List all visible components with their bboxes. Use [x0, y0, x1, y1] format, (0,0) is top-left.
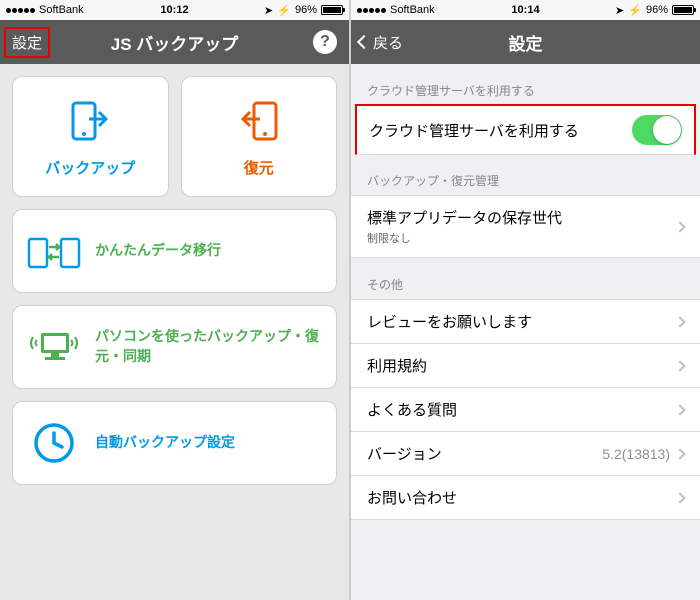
version-label: バージョン [367, 443, 442, 464]
cloud-toggle[interactable] [632, 115, 682, 145]
settings-content: クラウド管理サーバを利用する クラウド管理サーバを利用する バックアップ・復元管… [351, 64, 700, 520]
pc-backup-card[interactable]: パソコンを使ったバックアップ・復元・同期 [12, 305, 337, 389]
location-icon: ➤ [264, 4, 273, 17]
chevron-right-icon [674, 360, 685, 371]
battery-icon [321, 5, 343, 15]
screen-home: SoftBank 10:12 ➤ ⚡ 96% 設定 JS バックアップ ? バッ… [0, 0, 349, 600]
section-backup-header: バックアップ・復元管理 [351, 154, 700, 195]
chevron-right-icon [674, 404, 685, 415]
carrier-label: SoftBank [39, 4, 84, 16]
backup-icon [63, 95, 117, 149]
chevron-left-icon [357, 35, 371, 49]
home-content: バックアップ 復元 かんたんデータ移行 パソコンを使ったバックアップ・復元・同期 [0, 64, 349, 600]
restore-label: 復元 [244, 157, 274, 178]
terms-row[interactable]: 利用規約 [351, 343, 700, 387]
generations-sub: 制限なし [367, 230, 562, 246]
cloud-server-row[interactable]: クラウド管理サーバを利用する [355, 104, 696, 155]
backup-label: バックアップ [45, 157, 135, 178]
chevron-right-icon [674, 221, 685, 232]
settings-button[interactable]: 設定 [4, 27, 50, 58]
chevron-right-icon [674, 448, 685, 459]
faq-label: よくある質問 [367, 399, 457, 420]
battery-percent: 96% [646, 4, 668, 16]
migrate-icon [27, 224, 81, 278]
faq-row[interactable]: よくある質問 [351, 387, 700, 431]
nav-bar: 設定 JS バックアップ ? [0, 20, 349, 64]
contact-row[interactable]: お問い合わせ [351, 475, 700, 520]
back-button[interactable]: 戻る [359, 32, 403, 53]
signal-icon [6, 8, 35, 13]
carrier-label: SoftBank [390, 4, 435, 16]
back-label: 戻る [373, 32, 403, 53]
chevron-right-icon [674, 492, 685, 503]
restore-card[interactable]: 復元 [181, 76, 338, 197]
terms-label: 利用規約 [367, 355, 427, 376]
settings-title: 設定 [509, 30, 543, 55]
status-bar: SoftBank 10:12 ➤ ⚡ 96% [0, 0, 349, 20]
bluetooth-icon: ⚡ [628, 4, 642, 17]
section-other-header: その他 [351, 258, 700, 299]
settings-button-label: 設定 [12, 32, 42, 53]
help-icon: ? [320, 33, 330, 51]
pc-label: パソコンを使ったバックアップ・復元・同期 [95, 327, 322, 366]
clock-icon [27, 416, 81, 470]
battery-percent: 96% [295, 4, 317, 16]
backup-card[interactable]: バックアップ [12, 76, 169, 197]
help-button[interactable]: ? [313, 30, 337, 54]
battery-icon [672, 5, 694, 15]
chevron-right-icon [674, 316, 685, 327]
auto-label: 自動バックアップ設定 [95, 433, 322, 453]
location-icon: ➤ [615, 4, 624, 17]
version-row: バージョン 5.2(13813) [351, 431, 700, 475]
generations-row[interactable]: 標準アプリデータの保存世代 制限なし [351, 195, 700, 258]
app-title: JS バックアップ [111, 30, 239, 55]
auto-backup-card[interactable]: 自動バックアップ設定 [12, 401, 337, 485]
signal-icon [357, 8, 386, 13]
migrate-card[interactable]: かんたんデータ移行 [12, 209, 337, 293]
generations-label: 標準アプリデータの保存世代 [367, 207, 562, 228]
contact-label: お問い合わせ [367, 487, 457, 508]
cloud-server-label: クラウド管理サーバを利用する [369, 120, 579, 141]
status-time: 10:12 [160, 4, 188, 16]
migrate-label: かんたんデータ移行 [95, 241, 322, 261]
section-cloud-header: クラウド管理サーバを利用する [351, 64, 700, 105]
screen-settings: SoftBank 10:14 ➤ ⚡ 96% 戻る 設定 クラウド管理サーバを利… [351, 0, 700, 600]
bluetooth-icon: ⚡ [277, 4, 291, 17]
pc-icon [27, 320, 81, 374]
status-time: 10:14 [511, 4, 539, 16]
restore-icon [232, 95, 286, 149]
nav-bar: 戻る 設定 [351, 20, 700, 64]
status-bar: SoftBank 10:14 ➤ ⚡ 96% [351, 0, 700, 20]
review-row[interactable]: レビューをお願いします [351, 299, 700, 343]
version-value: 5.2(13813) [602, 446, 670, 462]
review-label: レビューをお願いします [367, 311, 532, 332]
